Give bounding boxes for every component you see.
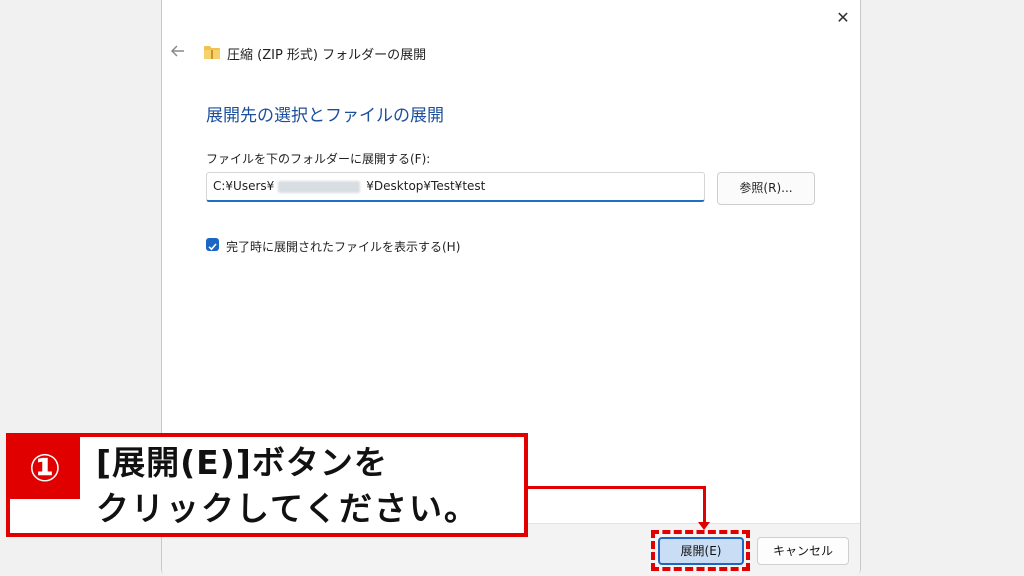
page-heading: 展開先の選択とファイルの展開 [206, 106, 444, 126]
instruction-line-1: [展開(E)]ボタンを [96, 443, 388, 482]
step-number-badge: ① [10, 437, 80, 499]
show-files-checkbox[interactable] [206, 238, 219, 251]
checkmark-icon [208, 243, 217, 251]
destination-label: ファイルを下のフォルダーに展開する(F): [206, 152, 431, 166]
cancel-button[interactable]: キャンセル [757, 537, 849, 565]
path-suffix: ¥Desktop¥Test¥test [366, 179, 486, 193]
callout-connector-horizontal [528, 486, 706, 489]
extract-button[interactable]: 展開(E) [658, 537, 744, 565]
callout-connector-vertical [703, 486, 706, 524]
redacted-username [278, 180, 361, 193]
callout-arrowhead-icon [698, 522, 710, 530]
browse-button[interactable]: 参照(R)... [717, 172, 815, 205]
instruction-callout: ① [展開(E)]ボタンを クリックしてください。 [6, 433, 528, 537]
close-button[interactable]: ✕ [830, 6, 856, 30]
path-prefix: C:¥Users¥ [213, 179, 275, 193]
destination-path-input[interactable]: C:¥Users¥ ¥Desktop¥Test¥test [206, 172, 705, 202]
instruction-line-2: クリックしてください。 [96, 489, 480, 528]
back-arrow-icon[interactable] [168, 41, 188, 61]
show-files-label: 完了時に展開されたファイルを表示する(H) [226, 240, 461, 254]
zip-folder-icon [204, 46, 220, 59]
close-icon: ✕ [836, 8, 850, 27]
window-title: 圧縮 (ZIP 形式) フォルダーの展開 [227, 48, 427, 63]
